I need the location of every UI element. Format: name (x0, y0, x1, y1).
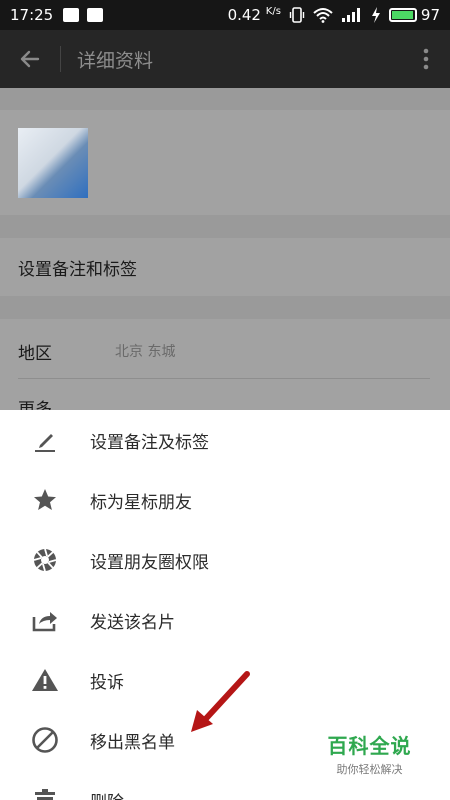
menu-item-label: 删除 (90, 788, 124, 800)
menu-item-label: 发送该名片 (90, 612, 175, 633)
network-speed-value: 0.42 (227, 6, 261, 24)
aperture-icon (33, 548, 57, 572)
block-icon (32, 727, 58, 753)
status-time: 17:25 (10, 6, 54, 24)
star-icon (34, 489, 56, 510)
watermark-subtitle: 助你轻松解决 (336, 763, 403, 776)
network-speed-unit: K/s (265, 6, 281, 17)
region-row: 地区 北京 东城 (0, 319, 450, 379)
qq-notification-icon (87, 8, 104, 22)
remark-tags-row[interactable]: 设置备注和标签 (0, 238, 450, 296)
network-speed: 0.42 K/s (228, 6, 281, 24)
watermark-title: 百科全说 (327, 734, 412, 758)
menu-item-label: 设置备注及标签 (90, 432, 209, 453)
back-button[interactable] (0, 30, 60, 88)
status-bar: 17:25 0.42 K/s 97 (0, 0, 450, 30)
battery-icon (388, 8, 417, 22)
more-row[interactable]: 更多 (0, 379, 450, 410)
remark-tags-label: 设置备注和标签 (18, 260, 137, 280)
profile-content: 设置备注和标签 地区 北京 东城 更多 (0, 88, 450, 410)
profile-card[interactable] (0, 110, 450, 215)
share-icon (32, 612, 57, 632)
menu-item-label: 标为星标朋友 (90, 492, 192, 513)
menu-item-label: 设置朋友圈权限 (90, 552, 209, 573)
more-vertical-icon (423, 48, 429, 70)
menu-item-send-card[interactable]: 发送该名片 (0, 590, 450, 650)
menu-item-label: 投诉 (90, 672, 124, 693)
more-label: 更多 (18, 400, 52, 410)
menu-item-moments-permission[interactable]: 设置朋友圈权限 (0, 530, 450, 590)
menu-item-label: 移出黑名单 (90, 732, 175, 753)
battery-fill (391, 11, 414, 19)
more-options-button[interactable] (402, 30, 450, 88)
avatar[interactable] (18, 128, 88, 198)
annotation-arrow (191, 671, 250, 732)
region-value: 北京 东城 (115, 344, 176, 360)
battery-percent: 97 (420, 6, 440, 24)
menu-item-set-remark[interactable]: 设置备注及标签 (0, 410, 450, 470)
page-title: 详细资料 (77, 49, 154, 72)
watermark-logo: 百科全说 助你轻松解决 (322, 730, 417, 777)
back-arrow-icon (20, 50, 40, 68)
trash-icon (35, 789, 55, 800)
signal-icon (341, 8, 360, 22)
wifi-icon (313, 8, 333, 23)
app-bar-divider (60, 46, 61, 72)
battery-indicator: 97 (388, 6, 440, 24)
vibrate-icon (289, 7, 305, 23)
app-bar: 详细资料 (0, 30, 450, 88)
charging-icon (371, 7, 380, 23)
gallery-notification-icon (63, 8, 80, 22)
region-label: 地区 (18, 344, 52, 364)
menu-item-star-friend[interactable]: 标为星标朋友 (0, 470, 450, 530)
status-indicators: 0.42 K/s 97 (228, 6, 440, 24)
warning-icon (32, 669, 58, 691)
pencil-icon (35, 434, 55, 452)
